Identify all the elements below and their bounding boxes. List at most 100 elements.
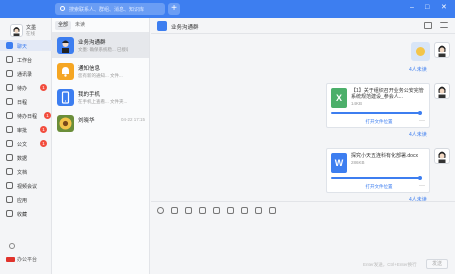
chat-title: 业务沟通群 xyxy=(171,25,199,31)
avatar-image xyxy=(11,25,22,36)
sidebar-item-video[interactable]: 视频会议 xyxy=(0,180,52,191)
sidebar-item-todo-schedule[interactable]: 待办日程 1 xyxy=(0,110,52,121)
tab-unread[interactable]: 未读 xyxy=(72,21,88,30)
conversation-item[interactable]: 业务沟通群 文墨: 确保系统稳... 已接收 xyxy=(52,32,149,58)
history-icon[interactable] xyxy=(227,207,234,214)
chat-header: 业务沟通群 xyxy=(151,18,455,34)
file-message[interactable]: W 探究小天五连科有化部署.docx 286KB 打开文件位置 ··· xyxy=(326,148,430,193)
sidebar-item-document[interactable]: 公文 1 xyxy=(0,138,52,149)
app-window: 搜索联系人、群组、消息、知识库 + – □ ✕ 文墨 在线 聊天 工作台 通讯录… xyxy=(0,0,455,274)
avatar[interactable] xyxy=(10,24,23,37)
sidebar-item-chat[interactable]: 聊天 xyxy=(0,40,52,51)
sidebar-item-docs[interactable]: 文档 xyxy=(0,166,52,177)
workbench-icon xyxy=(6,56,13,63)
todo-schedule-icon xyxy=(6,112,13,119)
sidebar: 文墨 在线 聊天 工作台 通讯录 待办 1 日程 待办日程 1 审批 1 公文 … xyxy=(0,18,52,274)
avatar[interactable] xyxy=(434,83,450,99)
avatar-image xyxy=(438,86,446,98)
scissors-icon[interactable] xyxy=(171,207,178,214)
image-icon[interactable] xyxy=(199,207,206,214)
conversation-list: 全部 未读 业务沟通群 文墨: 确保系统稳... 已接收 通知信息 您有新的通知… xyxy=(52,18,150,274)
emoji-icon[interactable] xyxy=(157,207,164,214)
folder-icon[interactable] xyxy=(424,22,432,29)
search-input[interactable]: 搜索联系人、群组、消息、知识库 xyxy=(55,3,165,15)
read-status[interactable]: 4人未读 xyxy=(409,66,427,73)
sidebar-item-label: 聊天 xyxy=(17,44,28,50)
open-file-location-link[interactable]: 打开文件位置 xyxy=(327,184,431,190)
sidebar-item-label: 待办 xyxy=(17,86,28,92)
todo-icon xyxy=(6,84,13,91)
conversation-preview: 文墨: 确保系统稳... 已接收 xyxy=(78,47,128,52)
avatar[interactable] xyxy=(434,42,450,58)
platform-link[interactable]: 办公平台 xyxy=(6,256,37,263)
minimize-button[interactable]: – xyxy=(410,4,414,12)
avatar[interactable] xyxy=(434,148,450,164)
sidebar-item-data[interactable]: 数据 xyxy=(0,152,52,163)
contacts-icon xyxy=(6,70,13,77)
read-status[interactable]: 4人未读 xyxy=(409,131,427,138)
schedule-icon[interactable] xyxy=(255,207,262,214)
smile-icon xyxy=(416,47,425,56)
sidebar-item-calendar[interactable]: 日程 xyxy=(0,96,52,107)
calendar-icon xyxy=(6,98,13,105)
folder-icon[interactable] xyxy=(185,207,192,214)
upload-progress-bar xyxy=(331,112,419,114)
conversation-item[interactable]: 刘晓华 04-22 17:15 xyxy=(52,110,149,136)
chat-icon xyxy=(6,42,13,49)
close-button[interactable]: ✕ xyxy=(441,4,447,12)
settings-icon[interactable] xyxy=(9,243,15,249)
sidebar-item-label: 日程 xyxy=(17,100,28,106)
sunflower-icon xyxy=(59,117,72,130)
tab-all[interactable]: 全部 xyxy=(55,21,72,30)
open-file-location-link[interactable]: 打开文件位置 xyxy=(327,119,431,125)
message-composer[interactable]: Enter发送，Ctrl+Enter换行 发送 xyxy=(151,201,455,274)
sidebar-item-label: 收藏 xyxy=(17,212,28,218)
conversation-title: 业务沟通群 xyxy=(78,40,106,46)
conversation-item[interactable]: 通知信息 您有新的通知... 文件... xyxy=(52,58,149,84)
sidebar-item-todo[interactable]: 待办 1 xyxy=(0,82,52,93)
more-icon[interactable]: ··· xyxy=(419,118,425,124)
user-status: 在线 xyxy=(26,31,35,36)
file-size: 14KB xyxy=(351,101,363,106)
conversation-item[interactable]: 我的手机 在手机上查看... 文件夹... xyxy=(52,84,149,110)
add-button[interactable]: + xyxy=(168,3,180,15)
file-size: 286KB xyxy=(351,160,365,165)
sidebar-item-approval[interactable]: 审批 1 xyxy=(0,124,52,135)
bell-icon xyxy=(62,67,69,77)
sidebar-item-apps[interactable]: 应用 xyxy=(0,194,52,205)
conversation-time: 04-22 17:15 xyxy=(120,117,145,122)
docs-icon xyxy=(6,168,13,175)
file-message[interactable]: X 【1】关于组织召开业务公安完管系统规范建设_参会人... 14KB 打开文件… xyxy=(326,83,430,128)
avatar-image xyxy=(438,151,446,163)
phone-avatar xyxy=(57,89,74,106)
video-call-icon[interactable] xyxy=(269,207,276,214)
conversation-preview: 在手机上查看... 文件夹... xyxy=(78,99,128,104)
sidebar-item-label: 审批 xyxy=(17,128,28,134)
sidebar-item-label: 工作台 xyxy=(17,58,33,64)
sidebar-item-favorites[interactable]: 收藏 xyxy=(0,208,52,219)
file-name: 【1】关于组织召开业务公安完管系统规范建设_参会人... xyxy=(351,88,424,100)
more-icon[interactable]: ··· xyxy=(419,183,425,189)
task-icon[interactable] xyxy=(241,207,248,214)
unread-badge: 1 xyxy=(40,126,47,133)
conversation-title: 刘晓华 xyxy=(78,118,95,124)
sticker-message[interactable] xyxy=(411,42,430,61)
unread-badge: 1 xyxy=(40,84,47,91)
progress-knob xyxy=(418,176,422,180)
sidebar-item-workbench[interactable]: 工作台 xyxy=(0,54,52,65)
data-icon xyxy=(6,154,13,161)
composer-hint: Enter发送，Ctrl+Enter换行 xyxy=(363,262,417,267)
group-avatar-image xyxy=(62,40,69,53)
more-icon[interactable] xyxy=(440,22,448,28)
maximize-button[interactable]: □ xyxy=(425,4,429,12)
conversation-title: 我的手机 xyxy=(78,92,101,98)
unread-badge: 1 xyxy=(44,112,51,119)
sidebar-item-contacts[interactable]: 通讯录 xyxy=(0,68,52,79)
screen-share-icon[interactable] xyxy=(213,207,220,214)
word-file-icon: W xyxy=(331,153,347,173)
send-button[interactable]: 发送 xyxy=(426,259,448,269)
video-icon xyxy=(6,182,13,189)
group-avatar xyxy=(157,21,167,31)
title-bar: 搜索联系人、群组、消息、知识库 + – □ ✕ xyxy=(0,0,455,18)
platform-logo-icon xyxy=(6,257,15,263)
